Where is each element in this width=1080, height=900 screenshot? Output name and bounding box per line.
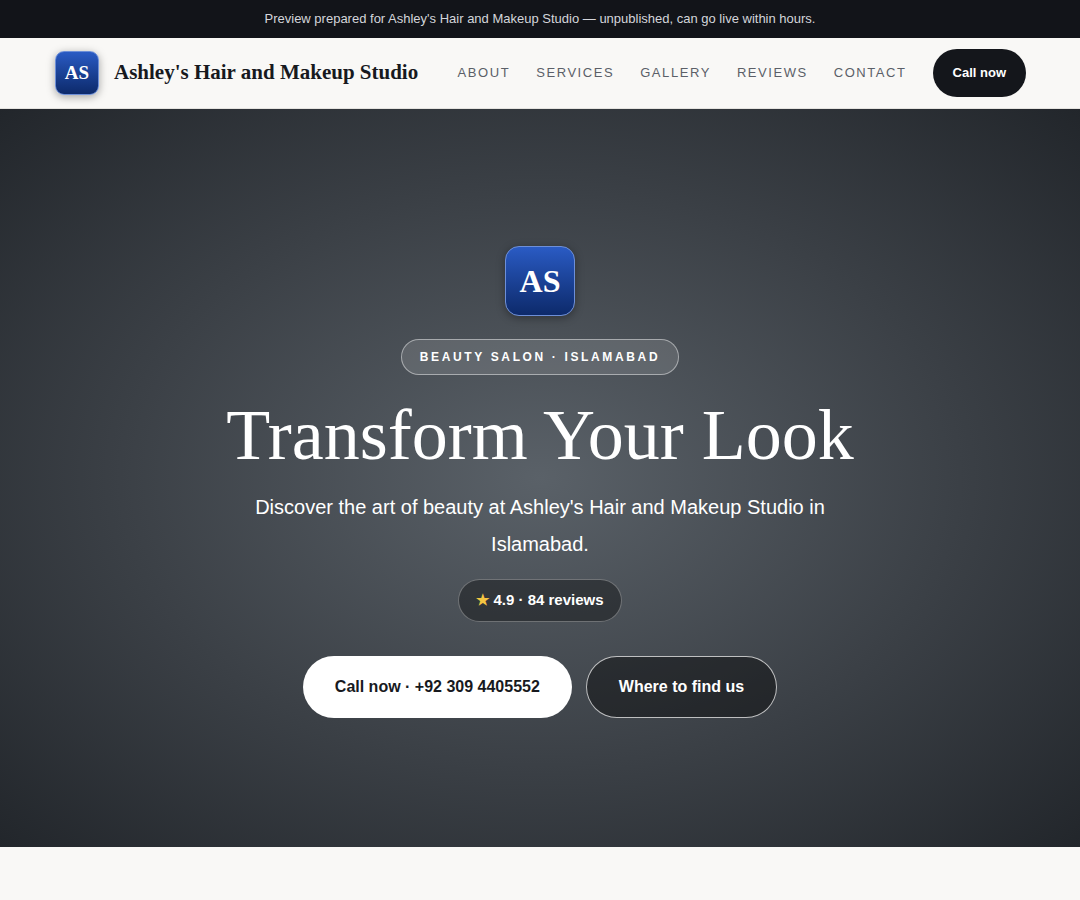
nav-link[interactable]: ABOUT [458,63,511,83]
logo-badge: AS [505,246,575,316]
brand[interactable]: AS Ashley's Hair and Makeup Studio [55,51,418,95]
hero-title: Transform Your Look [226,393,853,477]
find-us-button[interactable]: Where to find us [586,656,777,718]
hero: AS BEAUTY SALON · ISLAMABAD Transform Your… [0,109,1080,847]
rating-pill: ★4.9 · 84 reviews [458,579,621,622]
nav-link[interactable]: REVIEWS [737,63,808,83]
nav-link[interactable]: SERVICES [536,63,614,83]
hero-buttons: Call now · +92 309 4405552Where to find … [303,656,777,718]
nav-link[interactable]: GALLERY [640,63,711,83]
call-now-button[interactable]: Call now · +92 309 4405552 [303,656,572,718]
logo-badge: AS [55,51,99,95]
page: Preview prepared for Ashley's Hair and M… [0,0,1080,900]
hero-subtitle: Discover the art of beauty at Ashley's H… [230,489,850,563]
call-button[interactable]: Call now [933,49,1026,97]
star-icon: ★ [476,589,489,612]
brand-name: Ashley's Hair and Makeup Studio [114,57,418,89]
nav-link[interactable]: CONTACT [834,63,907,83]
navbar: AS Ashley's Hair and Makeup Studio ABOUT SE… [0,38,1080,109]
nav-links: ABOUT SERVICES GALLERY REVIEWS CONTACT Call n… [458,49,1026,97]
preview-banner: Preview prepared for Ashley's Hair and M… [0,0,1080,38]
category-badge: BEAUTY SALON · ISLAMABAD [401,339,679,375]
